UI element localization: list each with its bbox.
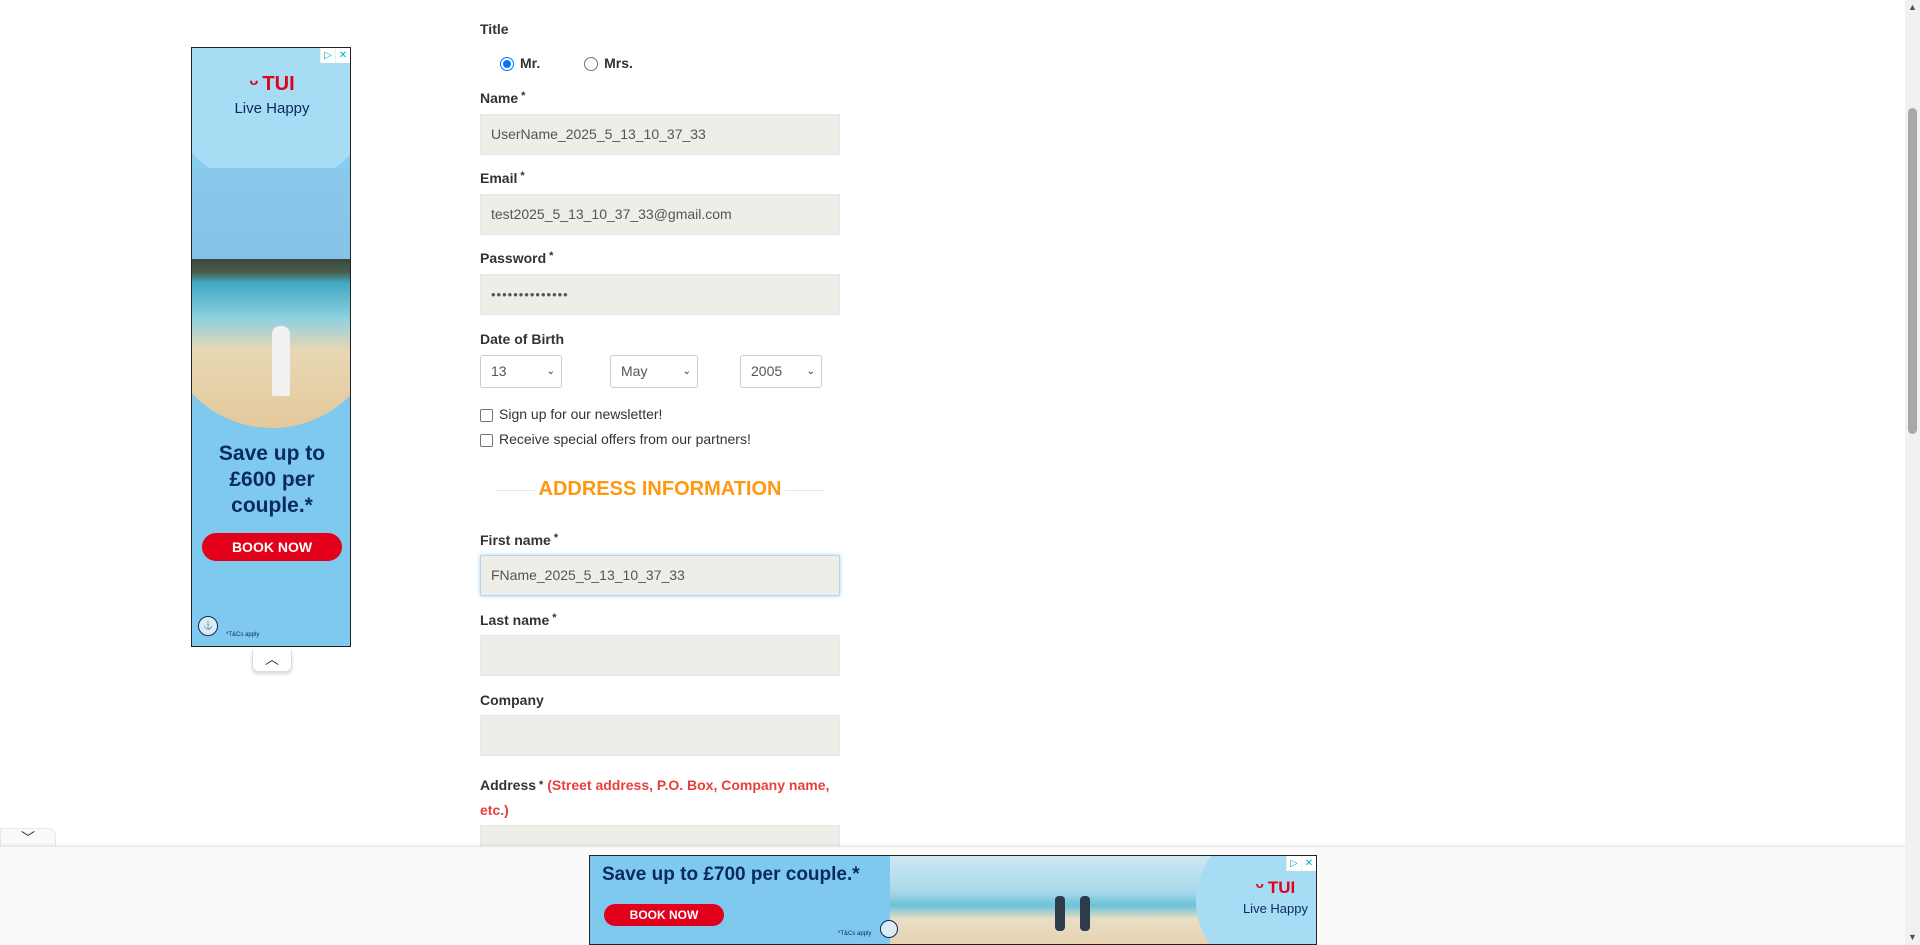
tui-logo: ᵕ TUI Live Happy bbox=[234, 70, 310, 117]
newsletter-checkbox[interactable] bbox=[480, 408, 493, 422]
dob-year-select[interactable]: 2005 ⌄ bbox=[740, 355, 822, 388]
chevron-down-icon: ⌄ bbox=[546, 366, 555, 377]
dob-day-select[interactable]: 13 ⌄ bbox=[480, 355, 562, 388]
dob-month-select[interactable]: May ⌄ bbox=[610, 355, 698, 388]
offers-checkbox[interactable] bbox=[480, 433, 493, 447]
tui-logo: ᵕ TUI Live Happy bbox=[1242, 876, 1308, 916]
password-label: Password * bbox=[480, 250, 554, 266]
adchoices-icon[interactable]: ▷ bbox=[320, 48, 335, 63]
first-name-field[interactable]: FName_2025_5_13_10_37_33 bbox=[480, 555, 840, 596]
chevron-down-icon: ⌄ bbox=[806, 366, 815, 377]
address-label: Address * (Street address, P.O. Box, Comp… bbox=[480, 777, 830, 818]
radio-mr[interactable]: Mr. bbox=[500, 55, 540, 72]
newsletter-option[interactable]: Sign up for our newsletter! bbox=[480, 406, 662, 422]
adchoices-icon[interactable]: ▷ bbox=[1286, 856, 1301, 871]
email-field[interactable]: test2025_5_13_10_37_33@gmail.com bbox=[480, 194, 840, 235]
page: ᵕ TUI Live Happy Save up to £600 per coup… bbox=[0, 0, 1920, 945]
name-field[interactable]: UserName_2025_5_13_10_37_33 bbox=[480, 114, 840, 155]
chevron-down-icon: ⌄ bbox=[682, 366, 691, 377]
last-name-label: Last name * bbox=[480, 612, 557, 628]
book-now-button[interactable]: BOOK NOW bbox=[604, 904, 724, 926]
anchor-ad-toggle[interactable]: ﹀ bbox=[0, 828, 56, 848]
ad-headline: Save up to £700 per couple.* bbox=[602, 864, 860, 885]
atol-badge-icon bbox=[880, 920, 898, 938]
address-section-title: ADDRESS INFORMATION bbox=[495, 478, 825, 501]
chevron-down-icon: ﹀ bbox=[21, 830, 35, 846]
dob-label: Date of Birth bbox=[480, 331, 564, 347]
vertical-scrollbar[interactable]: ▲ ▼ bbox=[1905, 0, 1920, 945]
collapse-ad-button[interactable]: ︿ bbox=[252, 650, 292, 672]
ad-choices: ▷ ✕ bbox=[320, 48, 350, 63]
radio-mrs[interactable]: Mrs. bbox=[584, 55, 633, 72]
company-label: Company bbox=[480, 692, 544, 708]
left-banner-ad[interactable]: ᵕ TUI Live Happy Save up to £600 per coup… bbox=[191, 47, 351, 647]
chevron-up-icon: ︿ bbox=[265, 651, 279, 667]
ad-headline: Save up to £600 per couple.* bbox=[218, 442, 326, 517]
first-name-label: First name * bbox=[480, 532, 559, 548]
scroll-down-icon[interactable]: ▼ bbox=[1905, 930, 1920, 945]
last-name-field[interactable] bbox=[480, 635, 840, 676]
book-now-button[interactable]: BOOK NOW bbox=[202, 533, 342, 561]
scroll-up-icon[interactable]: ▲ bbox=[1905, 0, 1920, 15]
atol-badge-icon: ⚓ bbox=[198, 616, 218, 636]
title-label: Title bbox=[480, 21, 509, 37]
email-label: Email * bbox=[480, 170, 525, 186]
close-ad-icon[interactable]: ✕ bbox=[1301, 856, 1316, 871]
password-field[interactable]: •••••••••••••• bbox=[480, 274, 840, 315]
beach-photo bbox=[192, 168, 350, 428]
bottom-banner-ad[interactable]: Save up to £700 per couple.* BOOK NOW *T… bbox=[589, 855, 1317, 945]
name-label: Name * bbox=[480, 90, 526, 106]
company-field[interactable] bbox=[480, 715, 840, 756]
close-ad-icon[interactable]: ✕ bbox=[335, 48, 350, 63]
offers-option[interactable]: Receive special offers from our partners… bbox=[480, 431, 751, 447]
scrollbar-thumb[interactable] bbox=[1908, 108, 1917, 434]
ad-choices: ▷ ✕ bbox=[1286, 856, 1316, 871]
title-radio-group: Mr. Mrs. bbox=[500, 55, 673, 72]
